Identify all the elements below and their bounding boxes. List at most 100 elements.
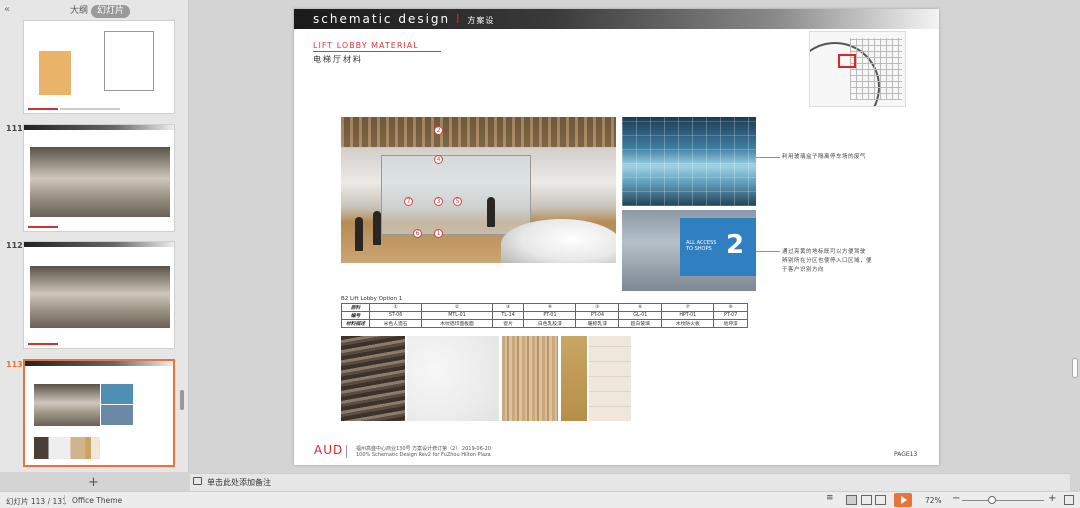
- photo-grid: [622, 117, 756, 206]
- status-divider: [64, 495, 65, 505]
- material-callout: 2: [434, 126, 443, 135]
- table-cell: PT-04: [575, 311, 620, 320]
- signage-number: 2: [726, 230, 745, 260]
- zoom-slider-handle[interactable]: [988, 496, 996, 504]
- table-cell: 瓷片: [491, 319, 525, 328]
- table-row-header: 原料: [341, 303, 370, 312]
- slide-title: schematic design I 方案设: [313, 12, 494, 26]
- status-bar: 幻灯片 113 / 131 Office Theme ≡ 72% − +: [0, 491, 1080, 508]
- slide-thumbnail-111[interactable]: [23, 124, 175, 232]
- panel-scrollbar[interactable]: [180, 390, 184, 410]
- title-main: schematic design: [313, 12, 451, 26]
- table-row: 原料 ① ② ③ ④ ⑤ ⑥ ⑦ ⑧: [341, 303, 748, 312]
- note-line: 于客户识别方向: [782, 267, 825, 273]
- note-leader-line: [756, 157, 780, 158]
- table-cell: 暖棕乳漆: [575, 319, 620, 328]
- tab-outline[interactable]: 大纲: [64, 5, 94, 18]
- slide-thumbnail-112[interactable]: [23, 241, 175, 349]
- thumbnail-samples: [34, 437, 100, 459]
- reading-view-icon[interactable]: [875, 495, 886, 505]
- table-row-header: 编号: [341, 311, 370, 320]
- thumbnail-number: 112: [6, 241, 23, 250]
- notes-placeholder[interactable]: 单击此处添加备注: [207, 477, 271, 488]
- key-plan-image: [809, 31, 906, 107]
- zoom-level[interactable]: 72%: [925, 496, 942, 505]
- note-top: 利用玻璃盒子隔离停车场的废气: [782, 154, 867, 160]
- page-number: PAGE13: [894, 451, 918, 458]
- signage-text: ALL ACCESS TO SHOPS: [686, 240, 716, 252]
- thumbnail-footer: [28, 108, 58, 110]
- slide-sorter-icon[interactable]: [861, 495, 872, 505]
- table-cell: ⑦: [661, 303, 715, 312]
- slide-thumbnail-110[interactable]: [23, 20, 175, 114]
- material-sample-white: [407, 336, 499, 421]
- table-cell: 白色乳胶漆: [523, 319, 577, 328]
- signage-line: TO SHOPS: [686, 246, 712, 252]
- thumbnail-footer: [28, 226, 58, 228]
- add-slide-button[interactable]: +: [88, 475, 99, 490]
- material-callout: 5: [453, 197, 462, 206]
- subtitle-underline: [313, 51, 441, 52]
- thumbnail-photo: [101, 405, 133, 425]
- thumbnail-number: 111: [6, 124, 23, 133]
- material-sample-wood: [502, 336, 558, 421]
- aud-logo: AUD: [314, 443, 344, 457]
- main-scrollbar-track[interactable]: [1069, 0, 1080, 472]
- material-callout: 4: [434, 155, 443, 164]
- slide-header-band: schematic design I 方案设: [294, 9, 939, 29]
- notes-toggle-icon[interactable]: ≡: [826, 493, 837, 503]
- material-table: 原料 ① ② ③ ④ ⑤ ⑥ ⑦ ⑧ 编号 ST-06 MTL-01 TL-14…: [341, 303, 748, 328]
- key-plan-location-marker: [838, 54, 856, 68]
- note-line: 辨别所在分区也使停入口区域，便: [782, 258, 873, 264]
- table-cell: ⑤: [575, 303, 620, 312]
- car-image: [501, 219, 616, 263]
- wood-ceiling: [341, 117, 616, 147]
- main-scrollbar-thumb[interactable]: [1072, 358, 1078, 378]
- title-separator: I: [455, 12, 462, 26]
- panel-tabs: « 大纲 幻灯片: [0, 0, 189, 20]
- glass-box: [381, 155, 531, 235]
- parking-signage-reference-photo: ALL ACCESS TO SHOPS 2: [622, 210, 756, 291]
- table-cell: MTL-01: [421, 311, 493, 320]
- material-sample-gold: [561, 336, 587, 421]
- table-cell: ④: [523, 303, 577, 312]
- thumbnail-drawing: [104, 31, 154, 91]
- table-cell: 地坪漆: [713, 319, 748, 328]
- slide-counter: 幻灯片 113 / 131: [6, 497, 67, 506]
- subtitle-chinese: 电梯厅材料: [313, 55, 363, 64]
- zoom-slider-track[interactable]: [962, 500, 1044, 501]
- notes-icon: [193, 477, 202, 485]
- fit-to-window-icon[interactable]: [1064, 495, 1074, 505]
- slide-thumbnail-panel: « 大纲 幻灯片 111 112 113 +: [0, 0, 189, 490]
- table-cell: GL-01: [618, 311, 663, 320]
- key-plan-grid: [850, 38, 902, 100]
- notes-bar[interactable]: 单击此处添加备注: [190, 473, 1070, 491]
- footer-line-1: 福州高盛中心商业130号 方案设计修订第（2） 2019-06-20: [356, 446, 491, 452]
- zoom-in-button[interactable]: +: [1048, 493, 1056, 504]
- material-sample-tile: [589, 336, 631, 421]
- table-cell: ③: [491, 303, 525, 312]
- slideshow-play-button[interactable]: [894, 493, 912, 507]
- slide-canvas[interactable]: schematic design I 方案设 LIFT LOBBY MATERI…: [294, 9, 939, 465]
- thumbnail-photo: [101, 384, 133, 404]
- glass-box-reference-photo: [622, 117, 756, 206]
- thumbnail-header: [25, 361, 173, 366]
- material-callout: 3: [434, 197, 443, 206]
- normal-view-icon[interactable]: [846, 495, 857, 505]
- material-callout: 6: [413, 229, 422, 238]
- material-callout: 7: [404, 197, 413, 206]
- footer-line-2: 100% Schematic Design Rev2 for FuZhou Hi…: [356, 452, 491, 458]
- table-cell: ⑧: [713, 303, 748, 312]
- thumbnail-footer: [60, 108, 120, 110]
- table-cell: ①: [368, 303, 423, 312]
- tab-slides[interactable]: 幻灯片: [91, 5, 131, 18]
- collapse-panel-button[interactable]: «: [4, 4, 10, 15]
- footer-divider: [346, 445, 347, 458]
- table-cell: PT-01: [523, 311, 577, 320]
- zoom-out-button[interactable]: −: [952, 493, 960, 504]
- person-figure: [373, 211, 381, 245]
- slide-thumbnail-113[interactable]: [23, 359, 175, 467]
- table-cell: TL-14: [491, 311, 525, 320]
- table-row: 材料描述 米色人造石 木纹铝印面板面 瓷片 白色乳胶漆 暖棕乳漆 超白玻璃 木纹…: [341, 319, 748, 328]
- table-row-header: 材料描述: [341, 319, 370, 328]
